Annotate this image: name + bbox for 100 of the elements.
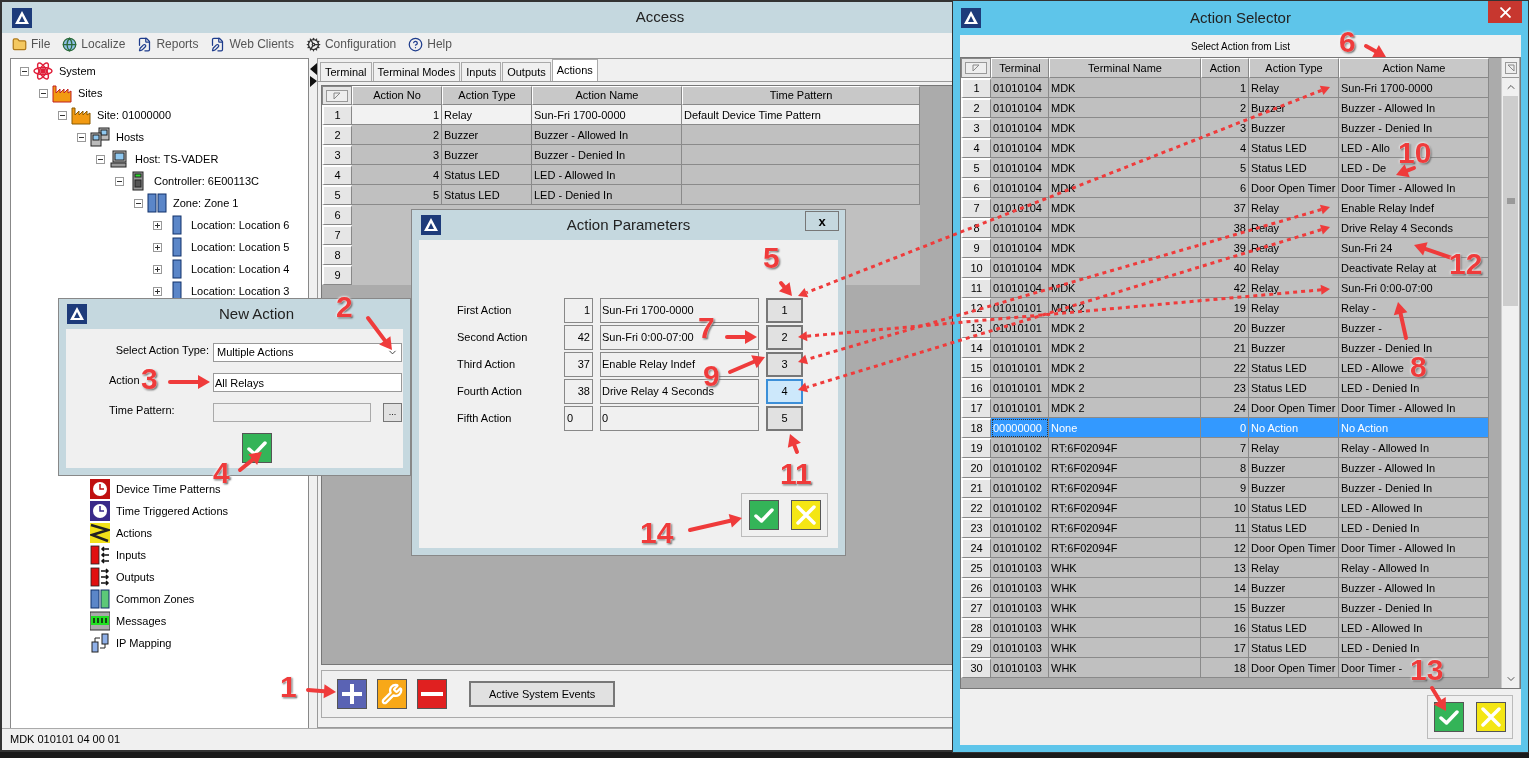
collapse-icon[interactable] [20,66,29,76]
tree-item[interactable]: Controller: 6E00113C [128,171,259,191]
row-header[interactable]: 16 [961,378,991,398]
menu-item[interactable]: Localize [62,35,126,53]
column-header[interactable]: Action Name [1339,58,1489,78]
number-field[interactable]: 1 [564,298,593,323]
expand-icon[interactable] [153,242,162,252]
input-field[interactable]: All Relays [213,373,402,392]
row-header[interactable]: 7 [322,225,352,245]
row-header[interactable]: 9 [961,238,991,258]
tree-item[interactable]: Outputs [90,567,155,587]
input-field[interactable] [213,403,371,422]
row-header[interactable]: 1 [322,105,352,125]
table-row[interactable]: 3 3 Buzzer Buzzer - Denied In [322,145,920,165]
table-row[interactable]: 2 2 Buzzer Buzzer - Allowed In [322,125,920,145]
row-header[interactable]: 30 [961,658,991,678]
delete-button[interactable] [417,679,447,709]
tab[interactable]: Terminal [320,62,372,81]
row-header[interactable]: 21 [961,478,991,498]
select-all-icon[interactable] [326,89,348,102]
row-header[interactable]: 6 [322,205,352,225]
slot-button[interactable]: 5 [766,406,803,431]
row-header[interactable]: 23 [961,518,991,538]
collapse-icon[interactable] [96,154,105,164]
tree-item[interactable]: Common Zones [90,589,195,609]
column-header[interactable]: Action Type [1249,58,1339,78]
close-button[interactable]: x [805,211,839,231]
number-field[interactable]: 38 [564,379,593,404]
row-header[interactable]: 11 [961,278,991,298]
row-header[interactable]: 29 [961,638,991,658]
table-row[interactable]: 5 5 Status LED LED - Denied In [322,185,920,205]
number-field[interactable]: 42 [564,325,593,350]
tree-item[interactable]: Host: TS-VADER [109,149,219,169]
tree-item[interactable]: Location: Location 5 [167,237,290,257]
collapse-icon[interactable] [115,176,124,186]
row-header[interactable]: 1 [961,78,991,98]
edit-button[interactable] [377,679,407,709]
row-header[interactable]: 19 [961,438,991,458]
collapse-icon[interactable] [77,132,86,142]
tree-item[interactable]: Site: 01000000 [71,105,171,125]
name-field[interactable]: 0 [600,406,759,431]
browse-button[interactable]: ... [383,403,402,422]
menu-item[interactable]: File [12,35,51,53]
row-header[interactable]: 3 [322,145,352,165]
menu-item[interactable]: Web Clients [210,35,294,53]
menu-item[interactable]: Configuration [305,35,397,53]
menu-item[interactable]: Help [408,35,452,53]
expand-icon[interactable] [153,286,162,296]
ok-button[interactable] [1434,702,1464,732]
slot-button[interactable]: 1 [766,298,803,323]
row-header[interactable]: 22 [961,498,991,518]
column-header[interactable]: Time Pattern [682,86,920,105]
row-header[interactable]: 18 [961,418,991,438]
row-header[interactable]: 7 [961,198,991,218]
tree-item[interactable]: Time Triggered Actions [90,501,229,521]
tree-item[interactable]: Zone: Zone 1 [147,193,239,213]
tree-item[interactable]: Actions [90,523,153,543]
menu-item[interactable]: Reports [137,35,199,53]
row-header[interactable]: 5 [961,158,991,178]
tree-item[interactable]: Location: Location 4 [167,259,290,279]
row-header[interactable]: 8 [322,245,352,265]
select-all-icon[interactable] [965,62,987,74]
row-header[interactable]: 14 [961,338,991,358]
tree-item[interactable]: Messages [90,611,167,631]
row-header[interactable]: 27 [961,598,991,618]
column-header[interactable]: Action No [352,86,442,105]
column-header[interactable]: Action Type [442,86,532,105]
tree-item[interactable]: Location: Location 3 [167,281,290,301]
column-header[interactable]: Action Name [532,86,682,105]
row-header[interactable]: 3 [961,118,991,138]
row-header[interactable]: 28 [961,618,991,638]
tree-item[interactable]: Hosts [90,127,145,147]
row-header[interactable]: 2 [322,125,352,145]
row-header[interactable]: 6 [961,178,991,198]
tree-item[interactable]: IP Mapping [90,633,172,653]
row-header[interactable]: 10 [961,258,991,278]
table-row[interactable]: 1 1 Relay Sun-Fri 1700-0000 Default Device Time Pattern [322,105,920,125]
expand-icon[interactable] [153,220,162,230]
column-header[interactable]: Terminal [991,58,1049,78]
row-header[interactable]: 26 [961,578,991,598]
events-button[interactable]: Active System Events [469,681,616,707]
row-header[interactable]: 4 [961,138,991,158]
row-header[interactable]: 20 [961,458,991,478]
row-header[interactable]: 4 [322,165,352,185]
tab[interactable]: Terminal Modes [372,62,461,81]
tab[interactable]: Inputs [461,62,502,81]
tree-item[interactable]: Inputs [90,545,146,565]
expand-icon[interactable] [153,264,162,274]
row-header[interactable]: 5 [322,185,352,205]
add-button[interactable] [337,679,367,709]
row-header[interactable]: 17 [961,398,991,418]
row-header[interactable]: 15 [961,358,991,378]
column-header[interactable]: Action [1201,58,1249,78]
number-field[interactable]: 37 [564,352,593,377]
tree-item[interactable]: Location: Location 6 [167,215,290,235]
tree-item[interactable]: System [33,61,96,81]
tree-item[interactable]: Sites [52,83,103,103]
slot-button[interactable]: 4 [766,379,803,404]
slot-button[interactable]: 3 [766,352,803,377]
cancel-button[interactable] [790,500,821,530]
